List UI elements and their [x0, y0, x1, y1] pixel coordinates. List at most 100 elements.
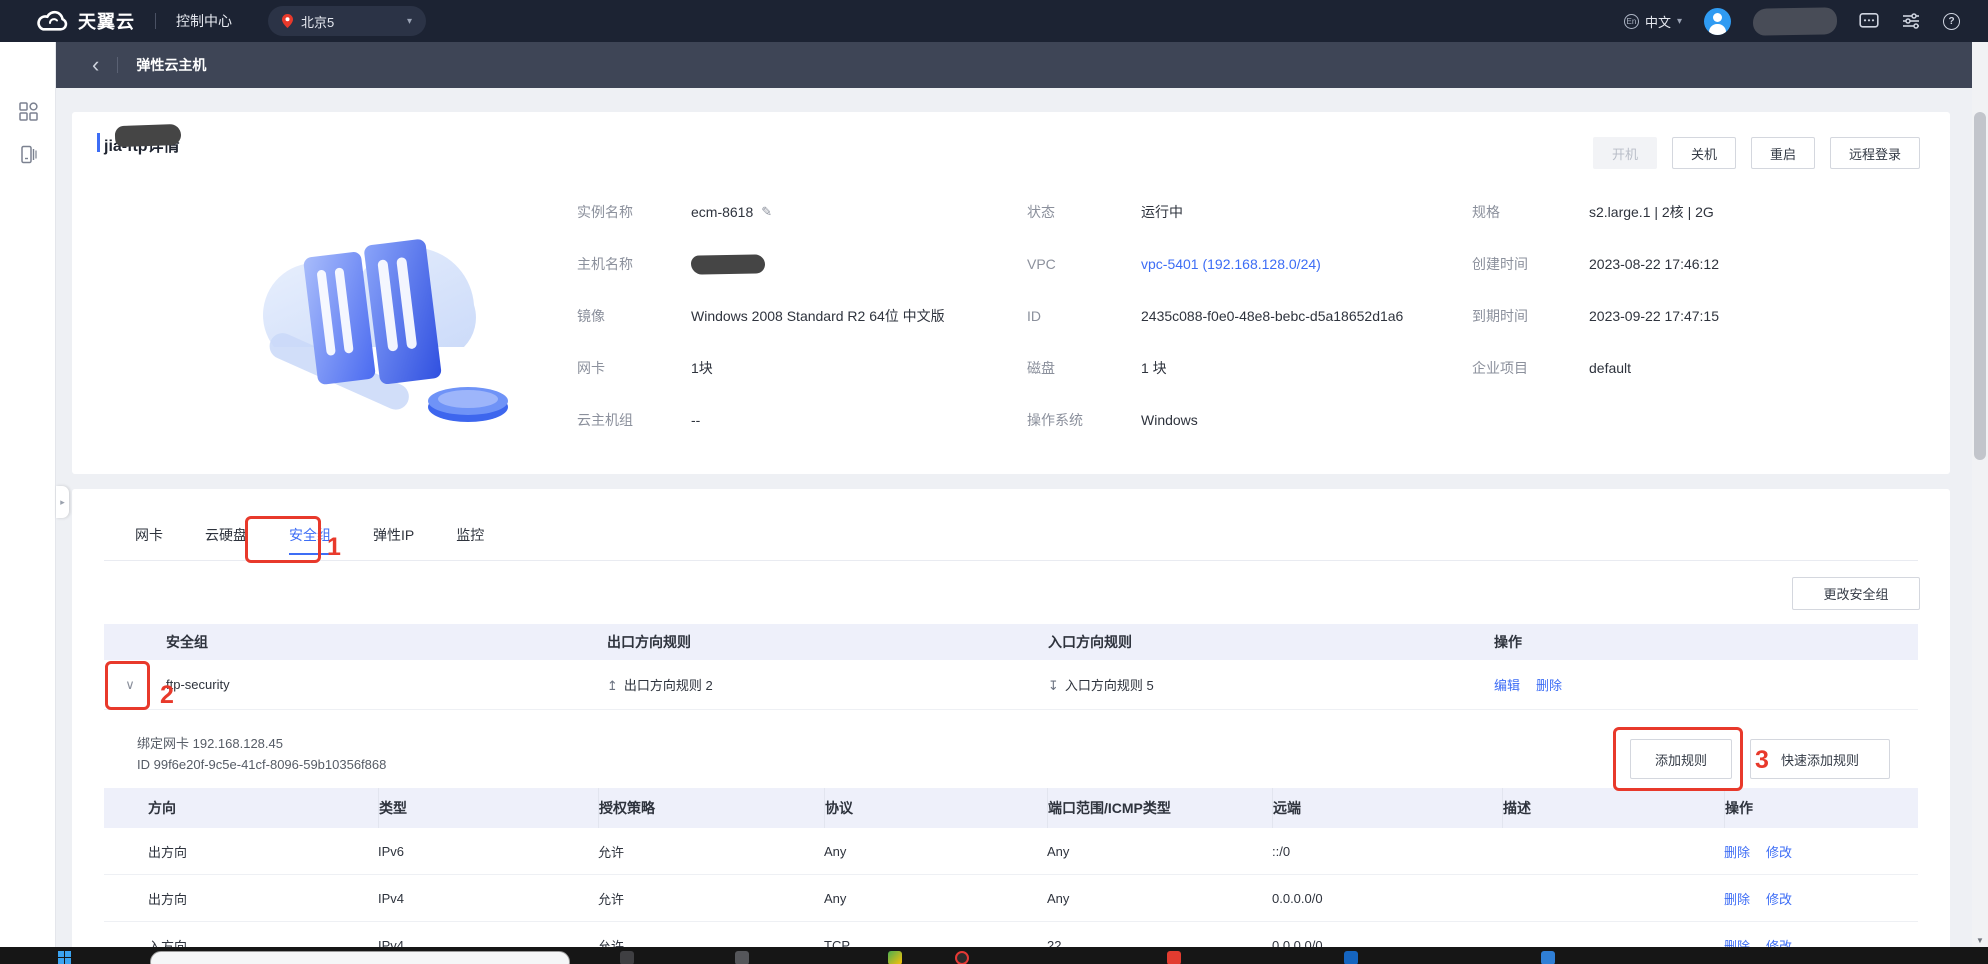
os-value: Windows	[1141, 412, 1198, 428]
edit-sg-link[interactable]: 编辑	[1494, 675, 1520, 694]
modify-rule-link[interactable]: 修改	[1766, 842, 1792, 861]
delete-rule-link[interactable]: 删除	[1724, 842, 1750, 861]
power-off-button[interactable]: 关机	[1672, 137, 1736, 169]
ingress-rules-summary: ↧入口方向规则 5	[1048, 675, 1494, 694]
taskbar-app-icon[interactable]	[735, 951, 749, 964]
flavor-value: s2.large.1 | 2核 | 2G	[1589, 202, 1714, 222]
console-center-link[interactable]: 控制中心	[176, 11, 232, 31]
taskbar-app-icon[interactable]	[1167, 951, 1181, 964]
tabs-divider	[104, 560, 1918, 561]
windows-taskbar	[0, 947, 1988, 964]
edit-pencil-icon[interactable]: ✎	[761, 204, 772, 220]
page-title: 弹性云主机	[136, 55, 206, 75]
field-column-2: 状态 运行中 VPC vpc-5401 (192.168.128.0/24) I…	[1027, 200, 1457, 460]
col-header-actions: 操作	[1724, 788, 1918, 828]
delete-sg-link[interactable]: 删除	[1536, 675, 1562, 694]
taskbar-search-box[interactable]	[150, 951, 570, 964]
sidebar-collapse-handle[interactable]: ▸	[56, 486, 69, 518]
bound-nic-info: 绑定网卡 192.168.128.45	[137, 733, 283, 752]
user-avatar[interactable]	[1704, 8, 1731, 35]
enterprise-project-value: default	[1589, 360, 1631, 376]
field-label: 磁盘	[1027, 358, 1141, 378]
rule-remote: 0.0.0.0/0	[1272, 891, 1502, 906]
rule-type: IPv6	[378, 844, 598, 859]
created-time-value: 2023-08-22 17:46:12	[1589, 256, 1719, 272]
rules-table: 方向 类型 授权策略 协议 端口范围/ICMP类型 远端 描述 操作 出方向 I…	[104, 788, 1918, 964]
topbar: 天翼云 控制中心 北京5 ▾ En 中文 ▾	[0, 0, 1988, 42]
field-label: 状态	[1027, 202, 1141, 222]
tab-security-group[interactable]: 安全组	[289, 525, 331, 557]
tab-disk[interactable]: 云硬盘	[205, 525, 247, 557]
restart-button[interactable]: 重启	[1751, 137, 1815, 169]
tianyiyun-logo-icon[interactable]	[36, 9, 70, 33]
rule-remote: ::/0	[1272, 844, 1502, 859]
delete-rule-link[interactable]: 删除	[1724, 889, 1750, 908]
add-rule-button[interactable]: 添加规则	[1630, 739, 1732, 779]
disk-count-value: 1 块	[1141, 358, 1167, 378]
messages-icon[interactable]	[1859, 11, 1879, 31]
brand-name[interactable]: 天翼云	[78, 8, 135, 34]
instance-title: jia-ftp详情	[104, 132, 180, 156]
rule-direction: 出方向	[104, 889, 378, 908]
vpc-link[interactable]: vpc-5401 (192.168.128.0/24)	[1141, 256, 1321, 272]
instance-detail-card: jia-ftp详情 开机 关机 重启 远程登录	[72, 112, 1950, 474]
col-header-ingress: 入口方向规则	[1048, 632, 1494, 652]
power-on-button[interactable]: 开机	[1593, 137, 1657, 169]
tab-bar: 网卡 云硬盘 安全组 弹性IP 监控	[135, 525, 484, 557]
col-header-direction: 方向	[104, 788, 378, 828]
sidebar	[0, 42, 56, 964]
col-header-protocol: 协议	[824, 788, 1047, 828]
field-label: 云主机组	[577, 410, 691, 430]
modify-rule-link[interactable]: 修改	[1766, 889, 1792, 908]
nic-count-value: 1块	[691, 358, 713, 378]
rules-table-header: 方向 类型 授权策略 协议 端口范围/ICMP类型 远端 描述 操作	[104, 788, 1918, 828]
expand-chevron-icon[interactable]: ∨	[115, 670, 145, 700]
region-name: 北京5	[301, 12, 407, 31]
scrollbar-down-arrow[interactable]: ▼	[1972, 936, 1988, 945]
rule-type: IPv4	[378, 891, 598, 906]
field-label: 创建时间	[1472, 254, 1589, 274]
text-cursor	[97, 133, 100, 152]
instance-action-buttons: 开机 关机 重启 远程登录	[1593, 137, 1920, 169]
help-icon[interactable]: ?	[1943, 13, 1960, 30]
change-security-group-button[interactable]: 更改安全组	[1792, 577, 1920, 610]
server-panel-icon[interactable]	[19, 145, 38, 164]
ingress-arrow-icon: ↧	[1048, 678, 1059, 693]
col-header-remote: 远端	[1272, 788, 1502, 828]
back-icon[interactable]: ‹	[92, 54, 99, 76]
rule-port: Any	[1047, 844, 1272, 859]
taskbar-app-icon[interactable]	[955, 951, 969, 964]
security-group-name: ftp-security	[156, 677, 607, 692]
ctyun-console-screen: 天翼云 控制中心 北京5 ▾ En 中文 ▾	[0, 0, 1988, 964]
region-dropdown-icon: ▾	[407, 16, 412, 27]
language-label: 中文	[1645, 12, 1671, 31]
region-selector[interactable]: 北京5 ▾	[268, 6, 426, 36]
expire-time-value: 2023-09-22 17:47:15	[1589, 308, 1719, 324]
start-button-icon[interactable]	[58, 951, 71, 964]
taskbar-app-icon[interactable]	[888, 951, 902, 964]
field-label: VPC	[1027, 256, 1141, 272]
cloud-server-illustration	[216, 209, 546, 449]
security-group-row: ∨ ftp-security ↥出口方向规则 2 ↧入口方向规则 5 编辑 删除	[104, 660, 1918, 710]
taskbar-app-icon[interactable]	[620, 951, 634, 964]
image-value: Windows 2008 Standard R2 64位 中文版	[691, 306, 945, 326]
rule-row: 出方向 IPv4 允许 Any Any 0.0.0.0/0 删除 修改	[104, 875, 1918, 922]
scrollbar-thumb[interactable]	[1974, 112, 1986, 460]
status-value: 运行中	[1141, 202, 1183, 222]
tab-nic[interactable]: 网卡	[135, 525, 163, 557]
tab-eip[interactable]: 弹性IP	[373, 525, 414, 557]
vertical-scrollbar[interactable]: ▼	[1972, 42, 1988, 947]
app-grid-icon[interactable]	[19, 102, 38, 121]
taskbar-app-icon[interactable]	[1541, 951, 1555, 964]
host-group-value: --	[691, 412, 700, 428]
taskbar-app-icon[interactable]	[1344, 951, 1358, 964]
field-label: 网卡	[577, 358, 691, 378]
avatar-person-icon	[1713, 13, 1722, 22]
col-header-description: 描述	[1502, 788, 1724, 828]
preferences-sliders-icon[interactable]	[1901, 11, 1921, 31]
remote-login-button[interactable]: 远程登录	[1830, 137, 1920, 169]
language-selector[interactable]: En 中文 ▾	[1624, 12, 1682, 31]
tab-monitor[interactable]: 监控	[456, 525, 484, 557]
quick-add-rule-button[interactable]: 快速添加规则	[1750, 739, 1890, 779]
col-header-sg: 安全组	[156, 632, 607, 652]
